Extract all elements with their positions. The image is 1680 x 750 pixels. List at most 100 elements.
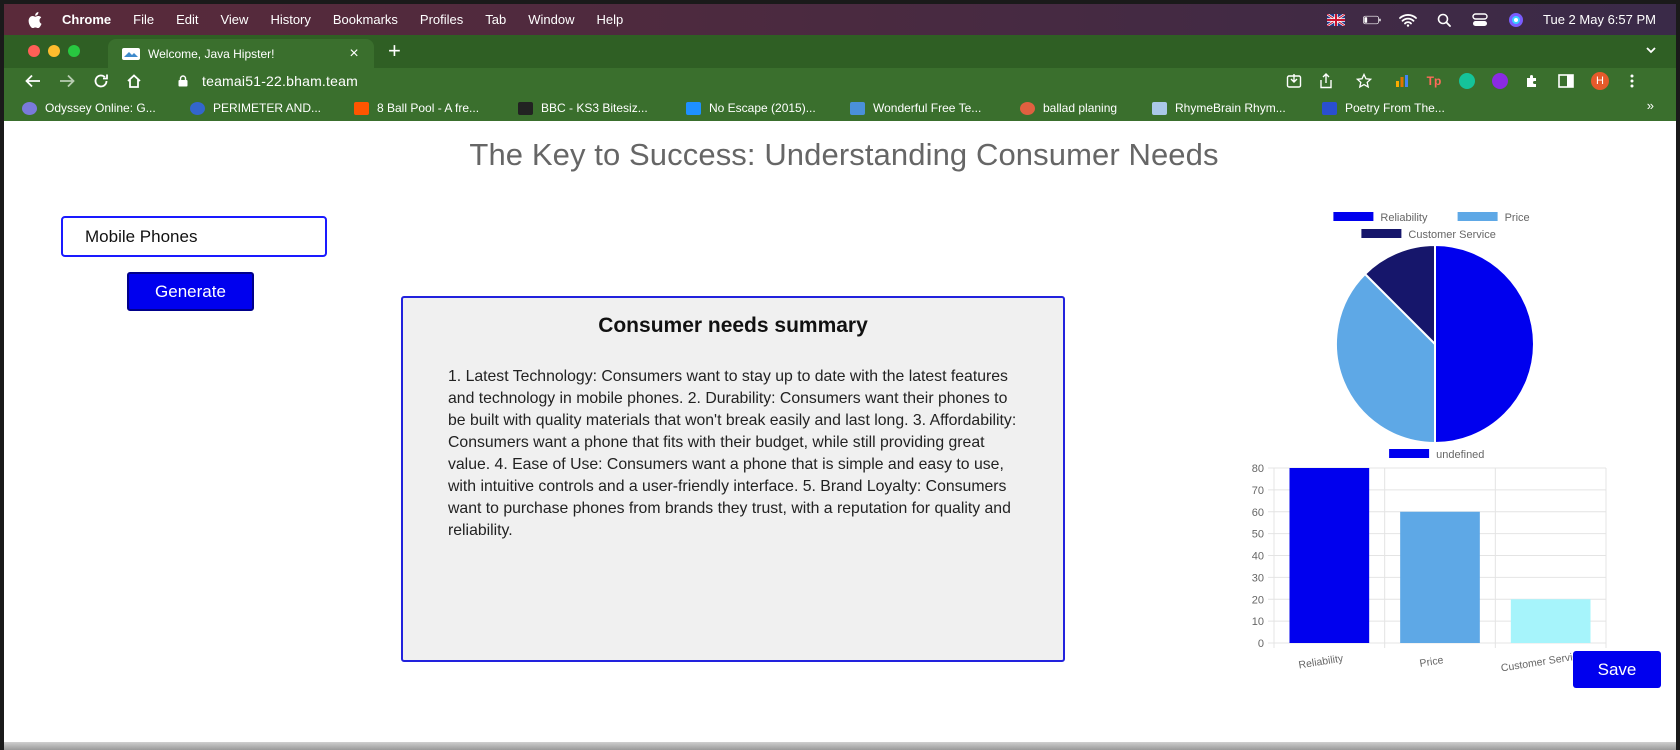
bookmark-item[interactable]: No Escape (2015)...: [686, 99, 816, 117]
share-icon[interactable]: [1316, 71, 1336, 91]
menu-app-chrome[interactable]: Chrome: [62, 12, 111, 27]
menu-bookmarks[interactable]: Bookmarks: [333, 12, 398, 27]
macos-menu-bar: Chrome File Edit View History Bookmarks …: [4, 4, 1676, 35]
web-page: The Key to Success: Understanding Consum…: [4, 121, 1676, 750]
window-bottom-edge: [4, 742, 1676, 750]
wifi-icon[interactable]: [1399, 13, 1417, 27]
tp-extension-icon[interactable]: Tp: [1424, 71, 1444, 91]
lock-icon[interactable]: [176, 74, 190, 88]
bar: [1510, 599, 1591, 643]
pie-legend-swatch: [1457, 212, 1498, 221]
summary-heading: Consumer needs summary: [598, 314, 868, 337]
tab-close-icon[interactable]: ×: [344, 45, 364, 63]
extensions-puzzle-icon[interactable]: [1522, 71, 1542, 91]
back-arrow-icon[interactable]: [22, 70, 44, 92]
bookmark-item[interactable]: BBC - KS3 Bitesiz...: [518, 99, 648, 117]
menu-history[interactable]: History: [270, 12, 310, 27]
bookmark-label: Poetry From The...: [1345, 101, 1445, 115]
pie-chart: Reliability Price Customer Service: [1333, 212, 1535, 444]
bookmarks-bar: Odyssey Online: G... PERIMETER AND... 8 …: [4, 95, 1676, 121]
menubar-clock[interactable]: Tue 2 May 6:57 PM: [1543, 12, 1656, 27]
menu-help[interactable]: Help: [597, 12, 624, 27]
side-panel-icon[interactable]: [1556, 71, 1576, 91]
bookmark-item[interactable]: Odyssey Online: G...: [22, 99, 156, 117]
uk-flag-icon[interactable]: [1327, 13, 1346, 27]
bookmark-favicon-icon: [686, 101, 701, 115]
tab-search-chevron-icon[interactable]: [1644, 43, 1658, 57]
pie-legend-swatch: [1333, 212, 1374, 221]
bookmark-favicon-icon: [1322, 101, 1337, 115]
bookmark-favicon-icon: [850, 101, 865, 115]
y-tick-label: 70: [1252, 485, 1264, 497]
bookmark-item[interactable]: Poetry From The...: [1322, 99, 1445, 117]
install-app-icon[interactable]: [1284, 71, 1304, 91]
analytics-extension-icon[interactable]: [1392, 71, 1412, 91]
bookmark-label: Odyssey Online: G...: [45, 101, 156, 115]
word-extension-icon[interactable]: [1490, 71, 1510, 91]
bookmark-favicon-icon: [518, 101, 533, 115]
y-tick-label: 20: [1252, 594, 1264, 606]
bar-legend-label: undefined: [1436, 449, 1484, 461]
bookmark-item[interactable]: PERIMETER AND...: [190, 99, 321, 117]
reload-icon[interactable]: [90, 70, 112, 92]
bookmark-favicon-icon: [1020, 101, 1035, 115]
x-tick-label: Reliability: [1298, 652, 1345, 671]
bookmark-star-icon[interactable]: [1354, 71, 1374, 91]
menu-tab[interactable]: Tab: [485, 12, 506, 27]
url-text[interactable]: teamai51-22.bham.team: [202, 73, 358, 89]
y-tick-label: 50: [1252, 529, 1264, 541]
menu-window[interactable]: Window: [528, 12, 574, 27]
bookmark-item[interactable]: Wonderful Free Te...: [850, 99, 981, 117]
bookmark-item[interactable]: 8 Ball Pool - A fre...: [354, 99, 479, 117]
control-center-icon[interactable]: [1471, 12, 1489, 27]
product-input[interactable]: [61, 216, 327, 257]
siri-icon[interactable]: [1507, 12, 1525, 27]
generate-button[interactable]: Generate: [127, 272, 254, 311]
summary-text: 1. Latest Technology: Consumers want to …: [448, 368, 1017, 539]
battery-icon[interactable]: [1363, 13, 1381, 27]
window-close-button[interactable]: [28, 45, 40, 57]
bookmark-label: RhymeBrain Rhym...: [1175, 101, 1286, 115]
bookmark-item[interactable]: RhymeBrain Rhym...: [1152, 99, 1286, 117]
save-button[interactable]: Save: [1573, 651, 1661, 688]
search-icon[interactable]: [1435, 13, 1453, 27]
new-tab-button[interactable]: +: [388, 40, 401, 62]
bookmark-label: PERIMETER AND...: [213, 101, 322, 115]
jhipster-favicon-icon: [122, 47, 140, 60]
apple-icon[interactable]: [26, 11, 44, 29]
bookmark-label: Wonderful Free Te...: [873, 101, 982, 115]
menu-view[interactable]: View: [220, 12, 248, 27]
window-minimize-button[interactable]: [48, 45, 60, 57]
grammarly-extension-icon[interactable]: [1457, 71, 1477, 91]
pie-legend-swatch: [1361, 229, 1402, 238]
menu-file[interactable]: File: [133, 12, 154, 27]
bar-legend-swatch: [1389, 449, 1430, 458]
menu-profiles[interactable]: Profiles: [420, 12, 463, 27]
y-tick-label: 60: [1252, 507, 1264, 519]
bar: [1289, 468, 1370, 643]
menu-edit[interactable]: Edit: [176, 12, 198, 27]
address-bar[interactable]: teamai51-22.bham.team: [162, 69, 1312, 93]
bookmarks-overflow-chevron-icon[interactable]: »: [1647, 98, 1654, 113]
browser-toolbar: teamai51-22.bham.team Tp H: [4, 68, 1676, 95]
browser-tab-strip: Welcome, Java Hipster! × +: [4, 35, 1676, 68]
bookmark-label: 8 Ball Pool - A fre...: [377, 101, 480, 115]
window-zoom-button[interactable]: [68, 45, 80, 57]
bookmark-favicon-icon: [1152, 101, 1167, 115]
x-tick-label: Price: [1419, 654, 1445, 670]
y-tick-label: 10: [1252, 616, 1264, 628]
bar-chart: undefined 0 10 20 30 40 50 60 70 80 Reliability Pri…: [1252, 449, 1607, 674]
pie-legend-label: Price: [1505, 212, 1530, 224]
browser-tab-active[interactable]: Welcome, Java Hipster! ×: [108, 39, 374, 68]
pie-legend-label: Reliability: [1380, 212, 1428, 224]
chrome-menu-icon[interactable]: [1622, 71, 1642, 91]
home-icon[interactable]: [123, 70, 145, 92]
forward-arrow-icon[interactable]: [56, 70, 78, 92]
bookmark-item[interactable]: ballad planing: [1020, 99, 1117, 117]
y-tick-label: 30: [1252, 572, 1264, 584]
pie-legend-label: Customer Service: [1408, 229, 1495, 241]
bookmark-favicon-icon: [190, 101, 205, 115]
profile-avatar[interactable]: H: [1590, 71, 1610, 91]
bookmark-label: BBC - KS3 Bitesiz...: [541, 101, 648, 115]
summary-card: Consumer needs summary 1. Latest Technol…: [401, 296, 1065, 662]
